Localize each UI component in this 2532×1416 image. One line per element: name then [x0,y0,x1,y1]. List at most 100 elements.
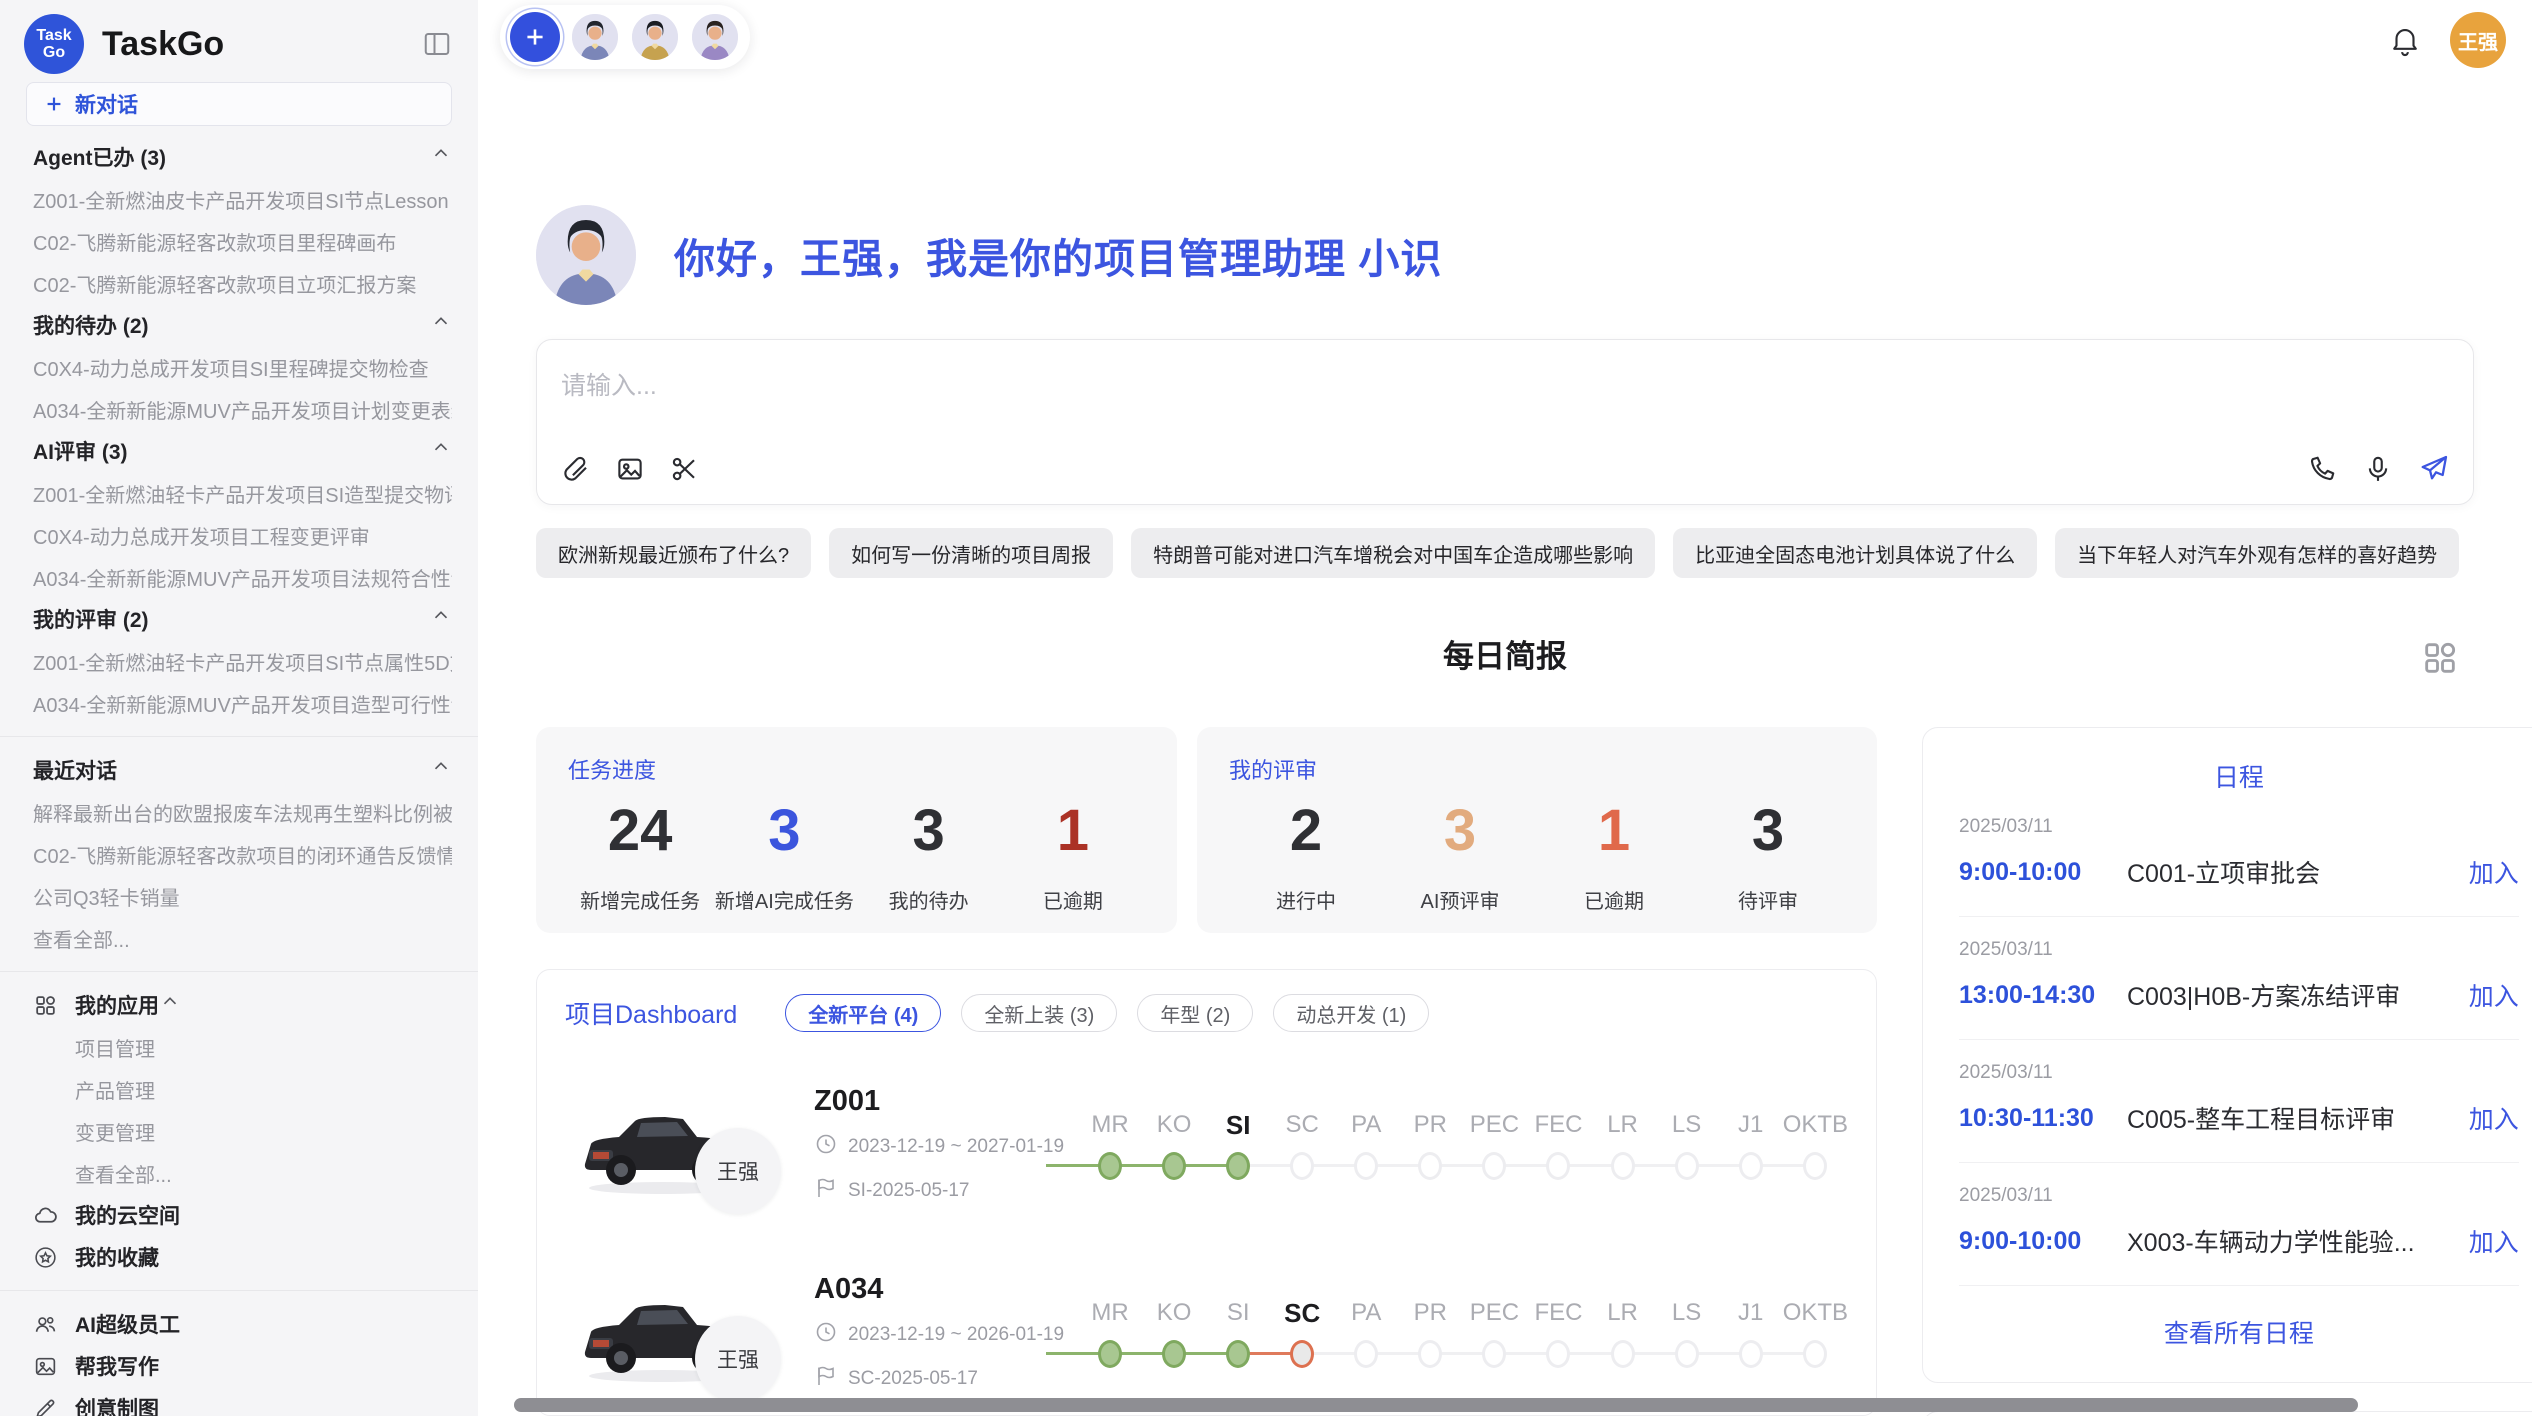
sidebar-section-recent[interactable]: 最近对话 [0,749,478,791]
screenshot-scissors-icon[interactable] [667,452,701,486]
sidebar-item-label: Z001-全新燃油轻卡产品开发项目SI节点属性5D文件评审 [33,647,452,676]
sidebar-item-label: C02-飞腾新能源轻客改款项目里程碑画布 [33,227,396,256]
greeting: 你好，王强，我是你的项目管理助理 小识 [536,205,1442,305]
sidebar-item[interactable]: C0X4-动力总成开发项目工程变更评审 [0,514,478,556]
milestone-label: PA [1334,1295,1398,1331]
project-row[interactable]: 王强A0342023-12-19 ~ 2026-01-19SC-2025-05-… [565,1258,1848,1408]
sidebar-item[interactable]: Z001-全新燃油轻卡产品开发项目SI造型提交物评审 [0,472,478,514]
project-milestone-flag: SI-2025-05-17 [814,1176,1066,1206]
milestone-PR: PR [1398,1107,1462,1183]
divider [0,971,478,972]
project-owner-badge: 王强 [695,1316,781,1402]
chevron-up-icon[interactable] [430,143,452,171]
attachment-icon[interactable] [559,452,593,486]
main-area: 王强 你好，王强，我是你的项目管理助理 小识 欧洲新规最近颁布了什么? 如何写一份… [478,0,2532,1416]
suggestion-chip[interactable]: 特朗普可能对进口汽车增税会对中国车企造成哪些影响 [1131,528,1655,578]
dashboard-filter-tab[interactable]: 全新平台 (4) [785,994,941,1032]
sidebar-item[interactable]: C02-飞腾新能源轻客改款项目里程碑画布 [0,220,478,262]
chevron-up-icon[interactable] [430,311,452,339]
stat-value: 3 [1691,799,1845,863]
agent-avatar[interactable] [630,12,680,62]
app-subitem[interactable]: 查看全部... [0,1152,478,1194]
view-all-schedule-link[interactable]: 查看所有日程 [1959,1286,2519,1362]
app-subitem[interactable]: 项目管理 [0,1026,478,1068]
briefing-layout-icon[interactable] [2420,638,2460,678]
recent-conversation-item[interactable]: 公司Q3轻卡销量 [0,875,478,917]
section-label: Agent已办 (3) [33,142,166,172]
milestone-SI: SI [1206,1295,1270,1371]
app-subitem[interactable]: 产品管理 [0,1068,478,1110]
sidebar-item[interactable]: A034-全新新能源MUV产品开发项目计划变更表编写 [0,388,478,430]
milestone-J1: J1 [1719,1295,1783,1371]
milestone-dot [1354,1340,1378,1368]
dashboard-filter-tab[interactable]: 动总开发 (1) [1273,994,1429,1032]
suggestion-chip[interactable]: 如何写一份清晰的项目周报 [829,528,1113,578]
sidebar-item[interactable]: C02-飞腾新能源轻客改款项目立项汇报方案 [0,262,478,304]
project-row[interactable]: 王强Z0012023-12-19 ~ 2027-01-19SI-2025-05-… [565,1070,1848,1220]
recent-item-label: 解释最新出台的欧盟报废车法规再生塑料比例被调至15%... [33,798,452,827]
milestone-label: FEC [1526,1107,1590,1143]
dashboard-filters: 全新平台 (4) 全新上装 (3) 年型 (2) 动总开发 (1) [785,994,1429,1032]
schedule-item: 2025/03/119:00-10:00X003-车辆动力学性能验...加入 [1959,1163,2519,1286]
sidebar-item-star[interactable]: 我的收藏 [0,1236,478,1278]
sidebar-tool-item[interactable]: 创意制图 [0,1387,478,1416]
sidebar-item[interactable]: Z001-全新燃油轻卡产品开发项目SI节点属性5D文件评审 [0,640,478,682]
milestone-dot [1290,1152,1314,1180]
agent-avatar[interactable] [570,12,620,62]
join-meeting-link[interactable]: 加入 [2469,854,2519,890]
milestone-PEC: PEC [1462,1295,1526,1371]
notifications-bell-icon[interactable] [2388,22,2424,58]
sidebar-tool-item[interactable]: AI超级员工 [0,1303,478,1345]
sidebar-item[interactable]: Z001-全新燃油皮卡产品开发项目SI节点Lesson Learn报告 [0,178,478,220]
sidebar-section-header-3[interactable]: 我的评审 (2) [0,598,478,640]
voice-call-icon[interactable] [2305,452,2339,486]
stat-card-label: 任务进度 [568,753,1145,785]
join-meeting-link[interactable]: 加入 [2469,977,2519,1013]
join-meeting-link[interactable]: 加入 [2469,1100,2519,1136]
chevron-up-icon[interactable] [430,756,452,784]
recent-conversation-item[interactable]: 解释最新出台的欧盟报废车法规再生塑料比例被调至15%... [0,791,478,833]
microphone-icon[interactable] [2361,452,2395,486]
milestone-dot [1162,1340,1186,1368]
collapse-sidebar-icon[interactable] [420,27,454,61]
agent-switcher [500,5,750,69]
suggestion-chip[interactable]: 当下年轻人对汽车外观有怎样的喜好趋势 [2055,528,2459,578]
sidebar-section-header-1[interactable]: 我的待办 (2) [0,304,478,346]
sidebar-section-header-2[interactable]: AI评审 (3) [0,430,478,472]
chat-input[interactable] [561,358,2449,414]
sidebar-item[interactable]: A034-全新新能源MUV产品开发项目法规符合性评审 [0,556,478,598]
chevron-up-icon[interactable] [430,437,452,465]
sidebar-item-cloud[interactable]: 我的云空间 [0,1194,478,1236]
sidebar-item-my-apps[interactable]: 我的应用 [0,984,478,1026]
schedule-row: 10:30-11:30C005-整车工程目标评审加入 [1959,1100,2519,1136]
image-upload-icon[interactable] [613,452,647,486]
divider [0,736,478,737]
sidebar-item-label: A034-全新新能源MUV产品开发项目法规符合性评审 [33,563,452,592]
chevron-up-icon[interactable] [430,605,452,633]
new-chat-button[interactable]: 新对话 [26,82,452,126]
agent-avatar[interactable] [690,12,740,62]
send-icon[interactable] [2417,452,2451,486]
dashboard-filter-tab[interactable]: 全新上装 (3) [961,994,1117,1032]
sidebar-section-header-0[interactable]: Agent已办 (3) [0,136,478,178]
dashboard-filter-tab[interactable]: 年型 (2) [1137,994,1253,1032]
recent-conversation-item[interactable]: 查看全部... [0,917,478,959]
grid-icon [33,992,59,1018]
composer [536,339,2474,505]
recent-conversation-item[interactable]: C02-飞腾新能源轻客改款项目的闭环通告反馈情况 [0,833,478,875]
sidebar-item[interactable]: C0X4-动力总成开发项目SI里程碑提交物检查 [0,346,478,388]
briefing-columns: 任务进度24新增完成任务3新增AI完成任务3我的待办1已逾期我的评审2进行中3A… [536,727,2474,1416]
milestone-label: KO [1142,1295,1206,1331]
horizontal-scrollbar[interactable] [514,1398,2358,1412]
join-meeting-link[interactable]: 加入 [2469,1223,2519,1259]
milestone-dot [1611,1340,1635,1368]
user-avatar[interactable]: 王强 [2450,12,2506,68]
add-agent-button[interactable] [510,12,560,62]
sidebar-tool-item[interactable]: 帮我写作 [0,1345,478,1387]
suggestion-chip[interactable]: 欧洲新规最近颁布了什么? [536,528,811,578]
suggestion-chip[interactable]: 比亚迪全固态电池计划具体说了什么 [1673,528,2037,578]
app-subitem[interactable]: 变更管理 [0,1110,478,1152]
stat-value: 1 [1537,799,1691,863]
chevron-up-icon[interactable] [159,991,181,1019]
sidebar-item[interactable]: A034-全新新能源MUV产品开发项目造型可行性评审 [0,682,478,724]
